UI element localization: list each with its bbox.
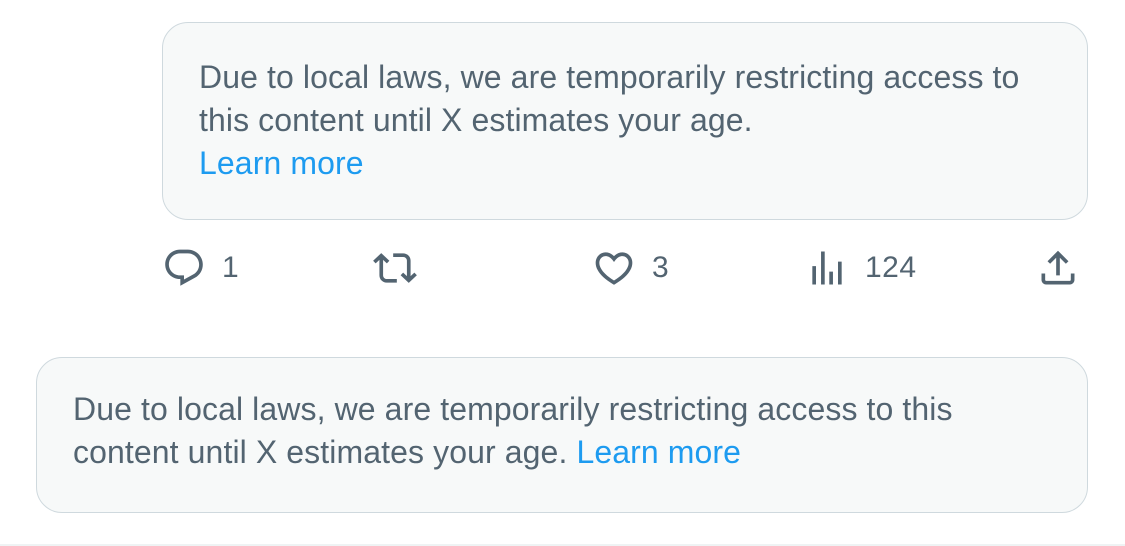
share-button[interactable] (1036, 240, 1080, 296)
views-button[interactable]: 124 (805, 240, 917, 296)
repost-button[interactable] (373, 240, 433, 296)
views-count: 124 (865, 251, 917, 284)
repost-icon (373, 253, 417, 283)
learn-more-link[interactable]: Learn more (199, 142, 1051, 185)
reply-button[interactable]: 1 (162, 240, 239, 296)
learn-more-link[interactable]: Learn more (576, 434, 741, 470)
post-action-bar: 1 3 124 (0, 240, 1125, 296)
notice-message: Due to local laws, we are temporarily re… (199, 59, 1020, 138)
age-restriction-notice: Due to local laws, we are temporarily re… (162, 22, 1088, 220)
like-count: 3 (652, 251, 670, 284)
like-icon (595, 252, 633, 285)
share-icon (1041, 250, 1075, 285)
like-button[interactable]: 3 (592, 240, 669, 296)
reply-count: 1 (222, 251, 240, 284)
reply-icon (165, 249, 203, 286)
age-restriction-notice: Due to local laws, we are temporarily re… (36, 357, 1088, 513)
notice-message: Due to local laws, we are temporarily re… (73, 391, 953, 470)
views-icon (812, 251, 842, 285)
